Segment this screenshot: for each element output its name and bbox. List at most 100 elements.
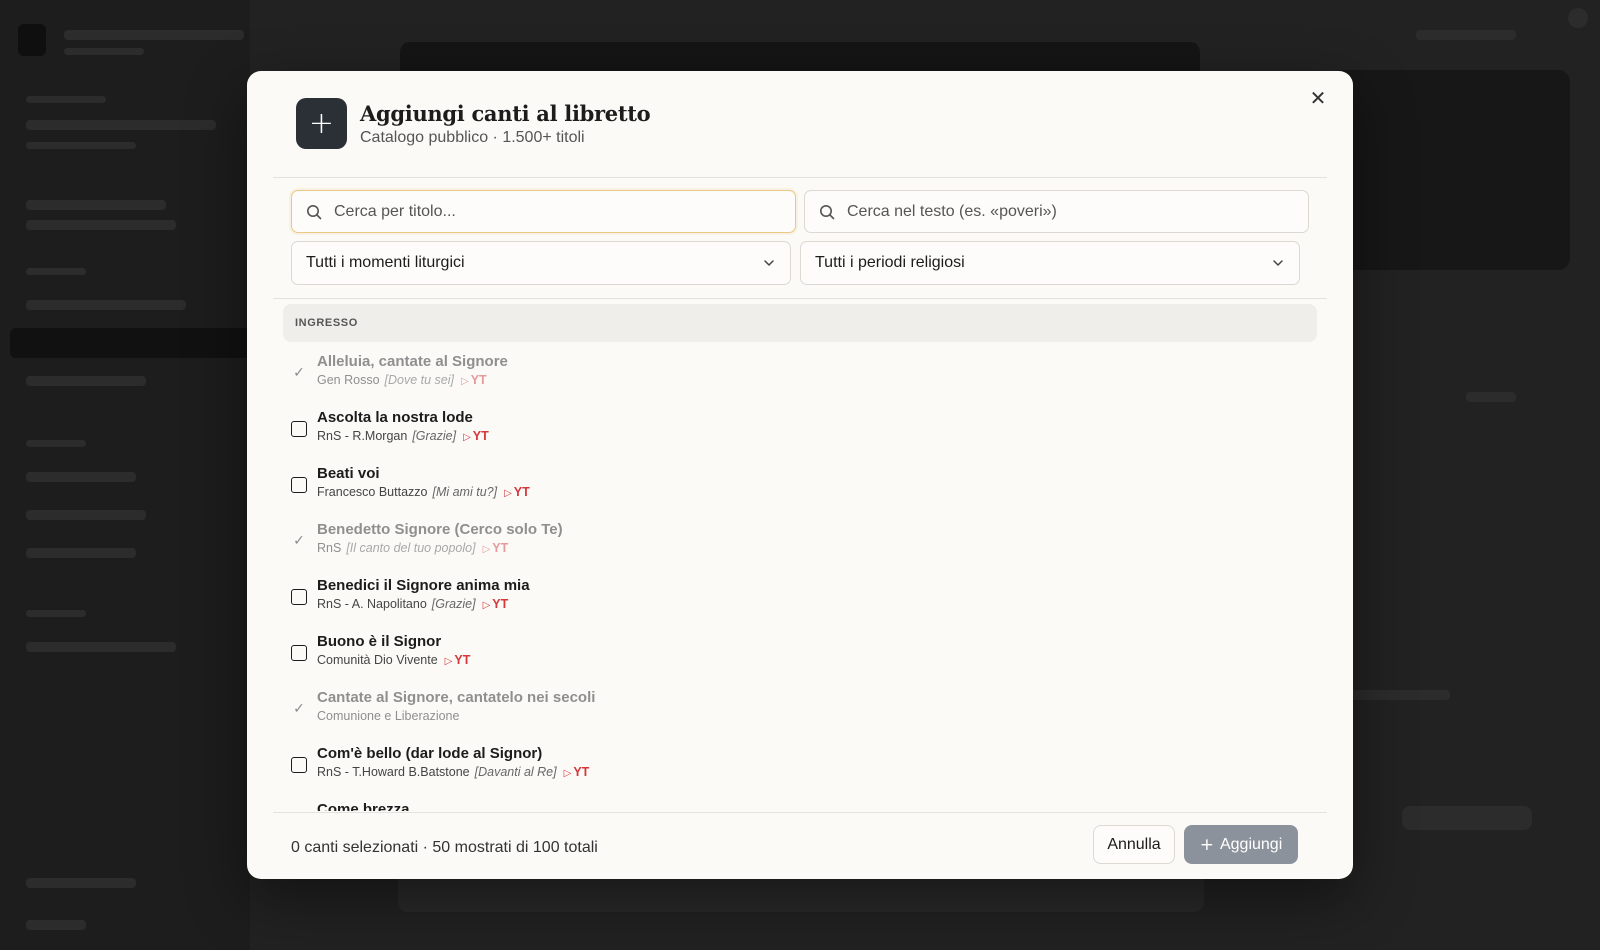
song-album: [Il canto del tuo popolo] bbox=[346, 541, 476, 555]
youtube-label: YT bbox=[492, 597, 509, 611]
song-album: [Dove tu sei] bbox=[384, 373, 455, 387]
play-icon: ▷ bbox=[463, 432, 471, 443]
song-row[interactable]: Beati voi Francesco Buttazzo [Mi ami tu?] ▷… bbox=[283, 454, 1317, 510]
song-author: RnS bbox=[317, 541, 342, 555]
text-search-field[interactable] bbox=[804, 190, 1309, 233]
song-row[interactable]: Ascolta la nostra lode RnS - R.Morgan [Gra… bbox=[283, 398, 1317, 454]
check-icon[interactable]: ✓ bbox=[291, 701, 307, 717]
divider bbox=[273, 298, 1327, 299]
modal-subtitle: Catalogo pubblico · 1.500+ titoli bbox=[360, 128, 585, 146]
youtube-link[interactable]: ▷ YT bbox=[504, 485, 530, 499]
check-icon[interactable]: ✓ bbox=[291, 533, 307, 549]
song-album: [Grazie] bbox=[412, 429, 457, 443]
background-card bbox=[1330, 70, 1570, 270]
selection-status: 0 canti selezionati · 50 mostrati di 100… bbox=[291, 839, 598, 856]
divider bbox=[273, 177, 1327, 178]
modal-title: Aggiungi canti al libretto bbox=[360, 100, 651, 126]
song-meta: RnS - R.Morgan [Grazie] ▷ YT bbox=[317, 429, 489, 443]
add-songs-modal: ✕ + Aggiungi canti al libretto Catalogo … bbox=[247, 71, 1353, 879]
song-meta: Comunità Dio Vivente ▷ YT bbox=[317, 653, 470, 667]
plus-icon: + bbox=[1199, 834, 1214, 855]
song-author: Francesco Buttazzo bbox=[317, 485, 428, 499]
search-icon bbox=[820, 204, 835, 219]
song-row[interactable]: ✓ Cantate al Signore, cantatelo nei secol… bbox=[283, 678, 1317, 734]
song-checkbox[interactable] bbox=[291, 757, 307, 773]
song-title: Buono è il Signor bbox=[317, 633, 442, 650]
song-album: [Grazie] bbox=[431, 597, 476, 611]
cancel-button[interactable]: Annulla bbox=[1093, 825, 1175, 864]
song-checkbox[interactable] bbox=[291, 645, 307, 661]
song-meta: Comunione e Liberazione bbox=[317, 709, 595, 723]
song-author: RnS - T.Howard B.Batstone bbox=[317, 765, 470, 779]
search-icon bbox=[307, 204, 322, 219]
song-checkbox[interactable] bbox=[291, 477, 307, 493]
youtube-link[interactable]: ▷ YT bbox=[463, 429, 489, 443]
play-icon: ▷ bbox=[482, 544, 491, 555]
song-row[interactable]: ✓ Benedetto Signore (Cerco solo Te) RnS [Il… bbox=[283, 510, 1317, 566]
song-row[interactable]: Come brezza bbox=[283, 790, 1317, 811]
song-row[interactable]: Buono è il Signor Comunità Dio Vivente ▷ YT bbox=[283, 622, 1317, 678]
play-icon: ▷ bbox=[444, 656, 453, 667]
divider bbox=[273, 812, 1327, 813]
youtube-link[interactable]: ▷ YT bbox=[483, 541, 509, 555]
youtube-link[interactable]: ▷ YT bbox=[483, 597, 509, 611]
play-icon: ▷ bbox=[504, 488, 512, 499]
add-button[interactable]: + Aggiungi bbox=[1184, 825, 1298, 864]
youtube-link[interactable]: ▷ YT bbox=[461, 373, 487, 387]
song-row[interactable]: Com'è bello (dar lode al Signor) RnS - T.… bbox=[283, 734, 1317, 790]
song-title: Cantate al Signore, cantatelo nei secoli bbox=[317, 689, 596, 706]
section-header-ingresso: INGRESSO bbox=[283, 304, 1317, 342]
background-logo bbox=[18, 24, 46, 56]
background-close bbox=[1568, 8, 1588, 28]
play-icon: ▷ bbox=[482, 600, 491, 611]
title-search-input[interactable] bbox=[334, 202, 734, 221]
song-album: [Mi ami tu?] bbox=[432, 485, 498, 499]
youtube-link[interactable]: ▷ YT bbox=[445, 653, 471, 667]
song-checkbox[interactable] bbox=[291, 421, 307, 437]
close-icon[interactable]: ✕ bbox=[1305, 85, 1331, 111]
song-meta: RnS - A. Napolitano [Grazie] ▷ YT bbox=[317, 597, 530, 611]
youtube-link[interactable]: ▷ YT bbox=[564, 765, 590, 779]
youtube-label: YT bbox=[492, 541, 509, 555]
song-author: RnS - R.Morgan bbox=[317, 429, 408, 443]
song-meta: RnS - T.Howard B.Batstone [Davanti al Re]… bbox=[317, 765, 589, 779]
youtube-label: YT bbox=[573, 765, 590, 779]
chevron-down-icon bbox=[1273, 260, 1283, 266]
song-author: Comunità Dio Vivente bbox=[317, 653, 438, 667]
liturgical-moment-value: Tutti i momenti liturgici bbox=[306, 254, 465, 271]
song-title: Come brezza bbox=[317, 801, 410, 811]
song-author: Comunione e Liberazione bbox=[317, 709, 460, 723]
song-author: RnS - A. Napolitano bbox=[317, 597, 427, 611]
song-list[interactable]: INGRESSO ✓ Alleluia, cantate al Signore Ge… bbox=[283, 304, 1317, 811]
check-icon[interactable]: ✓ bbox=[291, 365, 307, 381]
youtube-label: YT bbox=[470, 373, 487, 387]
song-author: Gen Rosso bbox=[317, 373, 380, 387]
chevron-down-icon bbox=[764, 260, 774, 266]
modal-header: + Aggiungi canti al libretto Catalogo pu… bbox=[296, 98, 651, 149]
play-icon: ▷ bbox=[563, 768, 572, 779]
plus-icon: + bbox=[296, 98, 347, 149]
youtube-label: YT bbox=[454, 653, 471, 667]
background-sidebar bbox=[0, 0, 250, 950]
youtube-label: YT bbox=[472, 429, 489, 443]
song-row[interactable]: ✓ Alleluia, cantate al Signore Gen Rosso [D… bbox=[283, 342, 1317, 398]
song-title: Alleluia, cantate al Signore bbox=[317, 353, 508, 370]
youtube-label: YT bbox=[513, 485, 530, 499]
title-search-field[interactable] bbox=[291, 190, 796, 233]
song-title: Ascolta la nostra lode bbox=[317, 409, 473, 426]
play-icon: ▷ bbox=[461, 376, 469, 387]
religious-period-value: Tutti i periodi religiosi bbox=[815, 254, 965, 271]
song-title: Benedetto Signore (Cerco solo Te) bbox=[317, 521, 563, 538]
liturgical-moment-select[interactable]: Tutti i momenti liturgici bbox=[291, 241, 791, 285]
song-checkbox[interactable] bbox=[291, 589, 307, 605]
song-meta: Gen Rosso [Dove tu sei] ▷ YT bbox=[317, 373, 508, 387]
song-meta: RnS [Il canto del tuo popolo] ▷ YT bbox=[317, 541, 563, 555]
song-meta: Francesco Buttazzo [Mi ami tu?] ▷ YT bbox=[317, 485, 530, 499]
add-button-label: Aggiungi bbox=[1219, 835, 1283, 853]
religious-period-select[interactable]: Tutti i periodi religiosi bbox=[800, 241, 1300, 285]
song-title: Beati voi bbox=[317, 465, 380, 482]
song-title: Com'è bello (dar lode al Signor) bbox=[317, 745, 543, 762]
text-search-input[interactable] bbox=[847, 202, 1247, 221]
background-active-item bbox=[10, 328, 250, 358]
song-row[interactable]: Benedici il Signore anima mia RnS - A. Na… bbox=[283, 566, 1317, 622]
